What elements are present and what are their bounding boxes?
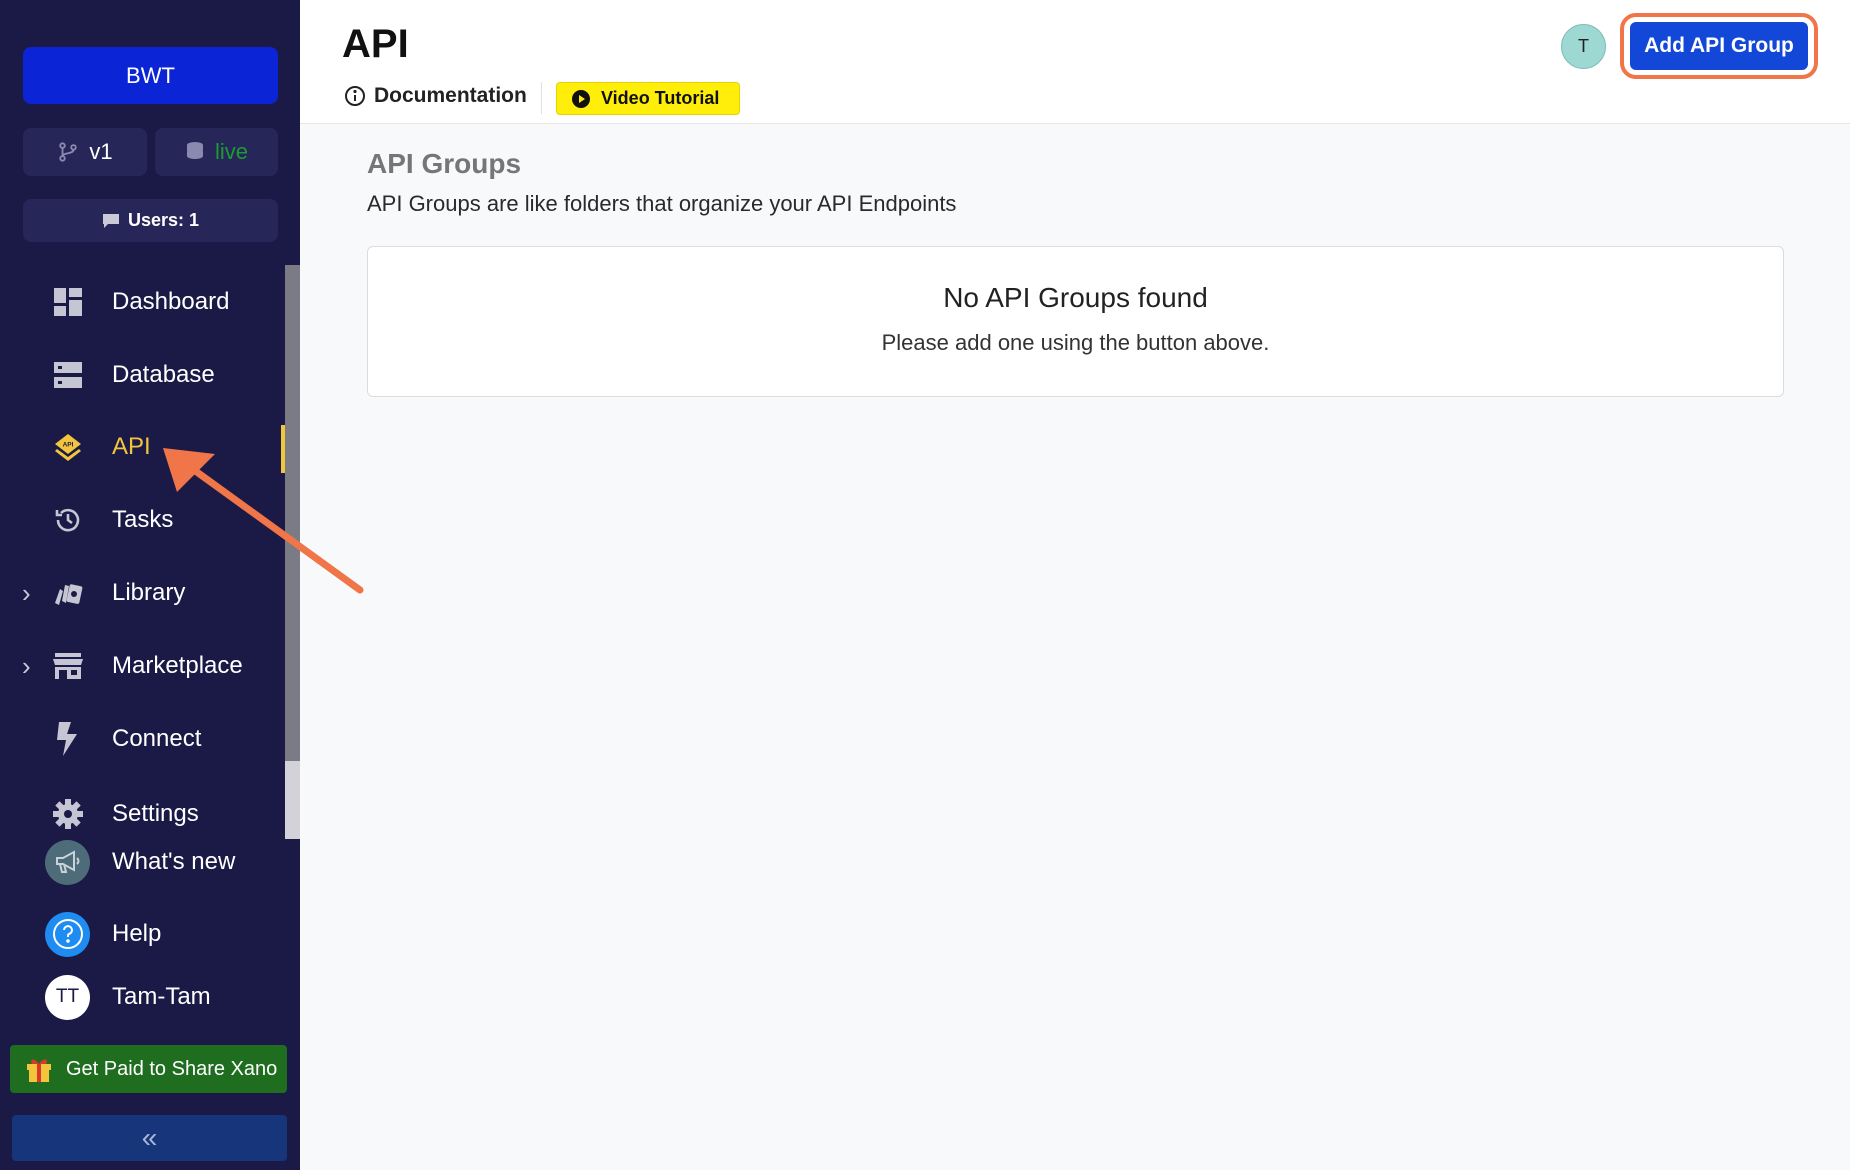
environment-selector[interactable]: live [155,128,278,176]
page-header: API Documentation Video Tutorial T Add A… [300,0,1850,124]
dashboard-icon [52,286,84,318]
nav-label: Settings [112,800,199,827]
nav-marketplace[interactable]: › Marketplace [0,636,283,696]
workspace-button[interactable]: BWT [23,47,278,104]
nav-whats-new[interactable]: What's new [0,832,283,892]
megaphone-icon [45,839,90,885]
nav-user-profile[interactable]: TT Tam-Tam [0,967,283,1027]
empty-state-title: No API Groups found [943,282,1208,313]
users-count: Users: 1 [127,210,200,230]
promo-label: Get Paid to Share Xano [66,1057,278,1080]
annotation-arrow [163,448,364,594]
branch-selector[interactable]: v1 [23,128,147,176]
collapse-sidebar-button[interactable]: « [12,1115,287,1161]
nav-database[interactable]: Database [0,345,283,405]
documentation-label: Documentation [374,84,527,107]
branch-icon [59,142,78,162]
nav-label: Connect [112,725,202,752]
database-stack-icon [186,142,203,159]
chevron-right-icon[interactable]: › [22,651,31,682]
nav-label: Dashboard [112,288,230,315]
video-tutorial-label: Video Tutorial [601,88,720,108]
user-avatar-header[interactable]: T [1561,24,1606,69]
api-icon: API [52,431,84,463]
store-icon [52,650,84,682]
play-icon [572,89,590,108]
nav-dashboard[interactable]: Dashboard [0,272,283,332]
database-icon [52,359,84,391]
nav-label: What's new [112,848,236,875]
library-icon [52,577,84,609]
double-chevron-left-icon: « [141,1122,158,1153]
documentation-link[interactable]: Documentation [344,84,527,108]
nav-connect[interactable]: Connect [0,709,283,769]
gear-icon [52,798,84,830]
empty-state-card: No API Groups found Please add one using… [367,246,1784,397]
info-icon [345,86,365,106]
referral-promo[interactable]: Get Paid to Share Xano [10,1045,287,1093]
bolt-icon [52,722,84,756]
nav-help[interactable]: Help [0,904,283,964]
gift-icon [27,1059,51,1082]
chat-icon [102,213,119,228]
branch-label: v1 [89,139,113,164]
nav-label: Help [112,920,162,947]
nav-label: Marketplace [112,652,243,679]
nav-label: Tam-Tam [112,983,211,1010]
environment-label: live [214,139,248,164]
nav-label: Database [112,361,215,388]
users-badge[interactable]: Users: 1 [23,199,278,242]
chevron-right-icon[interactable]: › [22,578,31,609]
section-title: API Groups [367,148,522,179]
user-avatar: TT [45,974,90,1020]
add-api-group-button[interactable]: Add API Group [1630,22,1808,70]
divider [541,82,542,114]
page-title: API [342,22,409,66]
video-tutorial-button[interactable]: Video Tutorial [556,82,740,115]
empty-state-message: Please add one using the button above. [881,330,1270,355]
help-icon [45,911,90,957]
history-icon [52,504,84,536]
section-description: API Groups are like folders that organiz… [367,191,957,216]
nav-label: API [112,433,151,460]
svg-text:API: API [63,442,74,449]
